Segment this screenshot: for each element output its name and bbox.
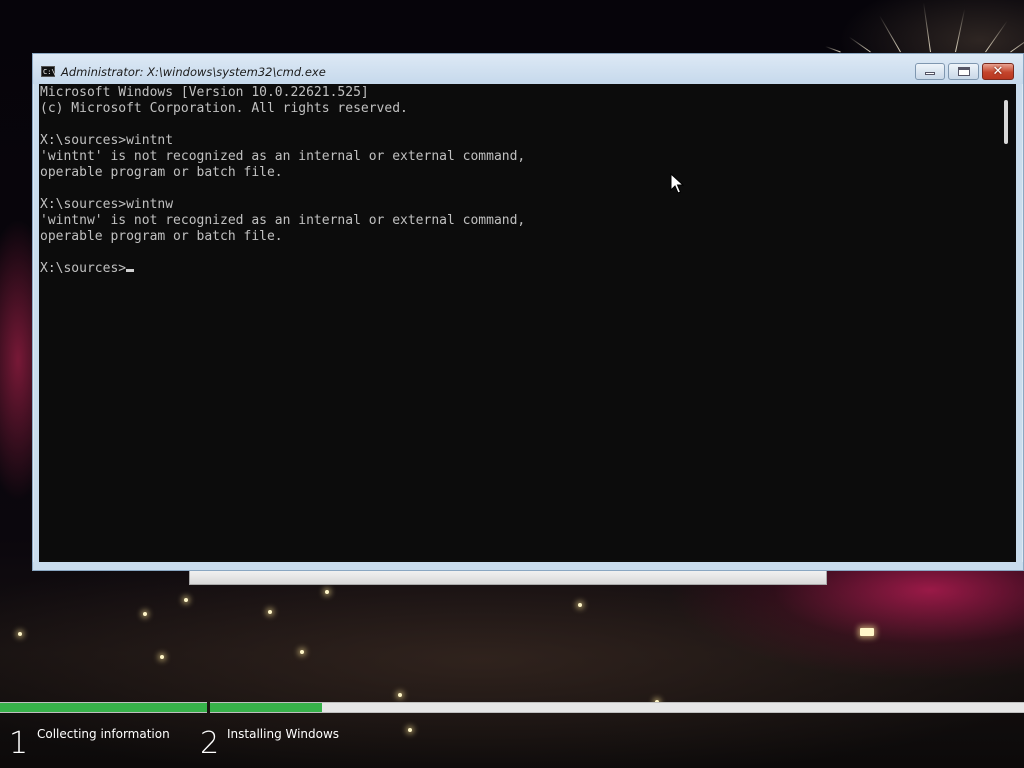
minimize-button[interactable] — [915, 63, 945, 80]
setup-window-edge — [189, 570, 827, 585]
maximize-icon — [958, 67, 970, 76]
window-title: Administrator: X:\windows\system32\cmd.e… — [61, 65, 326, 79]
wallpaper-light — [268, 610, 272, 614]
console-line: 'wintnt' is not recognized as an interna… — [40, 149, 526, 164]
wallpaper-firework — [923, 2, 931, 53]
wallpaper-firework — [879, 15, 901, 53]
command-prompt-window[interactable]: C:\ Administrator: X:\windows\system32\c… — [32, 53, 1024, 571]
wallpaper-light — [300, 650, 304, 654]
maximize-button[interactable] — [948, 63, 979, 80]
step-2-progress-track — [210, 702, 1024, 713]
wallpaper-light — [184, 598, 188, 602]
step-1-number: 1 — [9, 726, 29, 761]
step-1-label: Collecting information — [37, 727, 170, 741]
wallpaper-light — [860, 628, 874, 636]
console-output[interactable]: Microsoft Windows [Version 10.0.22621.52… — [39, 84, 999, 562]
step-1-progress-track — [0, 702, 207, 713]
scrollbar-thumb[interactable] — [1004, 100, 1008, 144]
mouse-pointer-icon — [670, 173, 684, 194]
setup-progress-bar — [0, 702, 1024, 713]
window-titlebar[interactable]: C:\ Administrator: X:\windows\system32\c… — [33, 54, 1023, 84]
step-2-label: Installing Windows — [227, 727, 340, 741]
close-button[interactable]: ✕ — [982, 63, 1014, 80]
console-line: (c) Microsoft Corporation. All rights re… — [40, 101, 408, 116]
wallpaper-light — [398, 693, 402, 697]
wallpaper-light — [160, 655, 164, 659]
console-line: 'wintnw' is not recognized as an interna… — [40, 213, 526, 228]
minimize-icon — [925, 72, 935, 75]
wallpaper-firework — [955, 8, 966, 53]
wallpaper-firework — [985, 20, 1008, 53]
wallpaper-light — [408, 728, 412, 732]
vertical-scrollbar[interactable] — [999, 84, 1016, 562]
wallpaper-light — [18, 632, 22, 636]
text-cursor — [126, 269, 135, 272]
wallpaper-firework — [1010, 33, 1024, 53]
wallpaper-light — [143, 612, 147, 616]
wallpaper-light — [578, 603, 582, 607]
console-line: X:\sources>wintnt — [40, 133, 174, 148]
console-text: Microsoft Windows [Version 10.0.22621.52… — [40, 85, 525, 277]
step-2-number: 2 — [200, 726, 220, 761]
wallpaper-firework — [825, 46, 841, 53]
console-line: operable program or batch file. — [40, 229, 283, 244]
wallpaper-firework — [848, 36, 871, 53]
desktop-wallpaper: C:\ Administrator: X:\windows\system32\c… — [0, 0, 1024, 768]
step-1-progress-fill — [0, 703, 207, 712]
wallpaper-light — [325, 590, 329, 594]
window-bottom-frame — [33, 562, 1023, 570]
console-icon[interactable]: C:\ — [41, 66, 56, 77]
close-icon: ✕ — [992, 64, 1004, 79]
prompt-text: X:\sources> — [40, 261, 127, 276]
step-2-progress-fill — [210, 703, 323, 712]
console-line: operable program or batch file. — [40, 165, 283, 180]
console-line: Microsoft Windows [Version 10.0.22621.52… — [40, 85, 369, 100]
command-prompt-line[interactable]: X:\sources> — [40, 261, 525, 277]
console-line: X:\sources>wintnw — [40, 197, 174, 212]
